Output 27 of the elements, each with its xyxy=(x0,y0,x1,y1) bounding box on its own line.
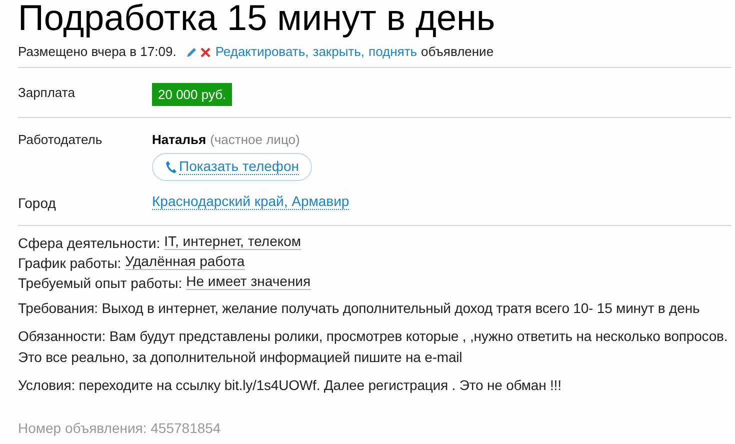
show-phone-button[interactable]: Показать телефон xyxy=(152,152,312,180)
description-paragraph: Требования: Выход в интернет, желание получать дополнительный доход тратя всего 10- 15 минут в день xyxy=(18,298,701,318)
attribute-label: Сфера деятельности: xyxy=(18,234,160,250)
posted-date: Размещено вчера в 17:09. xyxy=(18,43,176,62)
edit-link[interactable]: закрыть, xyxy=(312,42,365,62)
field-label: Работодатель xyxy=(18,131,104,149)
ad-word: объявление xyxy=(421,43,494,62)
attribute-value: Не имеет значения xyxy=(186,272,311,290)
attribute-label: График работы: xyxy=(18,254,122,270)
phone-icon xyxy=(165,160,177,174)
edit-link[interactable]: Редактировать, xyxy=(215,42,309,62)
attribute-value: IT, интернет, телеком xyxy=(164,232,302,250)
attribute-label: Требуемый опыт работы: xyxy=(18,274,182,290)
employer-type: (частное лицо) xyxy=(210,131,300,149)
ad-number: Номер объявления: 455781854 xyxy=(18,418,222,438)
edit-link[interactable]: поднять xyxy=(368,42,418,62)
description-paragraph: Обязанности: Вам будут представлены ролики, просмотрев которые , ,нужно ответить на несколько вопросов. Это все реально, за дополнительной информацией пишите на e-mail xyxy=(18,326,729,367)
employer-name: Наталья xyxy=(152,131,206,149)
ad-title: Подработка 15 минут в день xyxy=(18,0,496,38)
salary-badge: 20 000 руб. xyxy=(152,82,232,106)
description-paragraph: Условия: переходите на ссылку bit.ly/1s4UOWf. Далее регистрация . Это не обман !!! xyxy=(18,376,562,395)
field-label: Зарплата xyxy=(18,84,76,102)
city-link[interactable]: Краснодарский край, Армавир xyxy=(152,192,350,210)
pencil-icon[interactable] xyxy=(186,46,198,58)
field-label: Город xyxy=(18,194,57,213)
close-icon[interactable] xyxy=(200,46,212,58)
attribute-value: Удалённая работа xyxy=(125,252,245,270)
